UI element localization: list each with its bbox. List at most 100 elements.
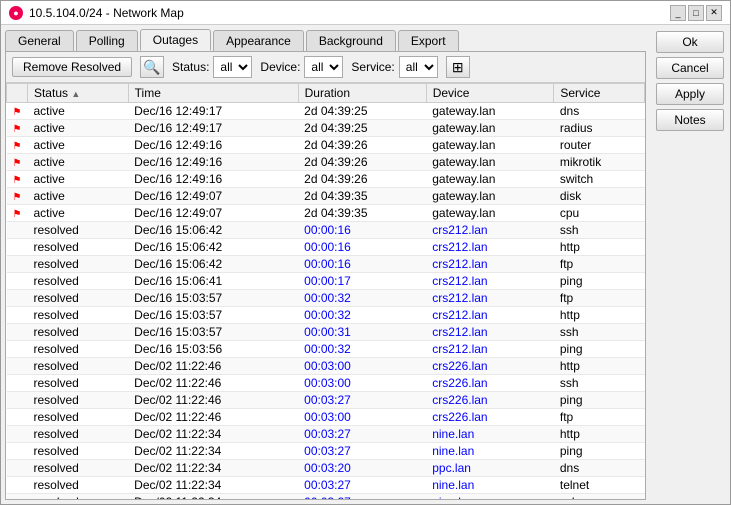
close-button[interactable]: ✕ [706, 5, 722, 21]
row-status: resolved [27, 409, 128, 426]
row-service: http [554, 426, 645, 443]
row-device: crs212.lan [426, 222, 554, 239]
row-flag [7, 460, 28, 477]
row-duration: 00:00:31 [298, 324, 426, 341]
tab-polling[interactable]: Polling [76, 30, 138, 51]
row-service: http [554, 307, 645, 324]
tab-appearance[interactable]: Appearance [213, 30, 304, 51]
tab-general[interactable]: General [5, 30, 74, 51]
minimize-button[interactable]: _ [670, 5, 686, 21]
row-duration: 2d 04:39:26 [298, 171, 426, 188]
row-service: ftp [554, 256, 645, 273]
col-time[interactable]: Time [128, 84, 298, 103]
row-duration: 00:00:16 [298, 256, 426, 273]
row-device: crs212.lan [426, 290, 554, 307]
row-time: Dec/16 12:49:17 [128, 103, 298, 120]
ok-button[interactable]: Ok [656, 31, 724, 53]
row-device: gateway.lan [426, 137, 554, 154]
row-status: resolved [27, 324, 128, 341]
search-icon-button[interactable]: 🔍 [140, 56, 164, 78]
table-row[interactable]: resolved Dec/02 11:22:46 00:03:00 crs226… [7, 409, 645, 426]
apply-button[interactable]: Apply [656, 83, 724, 105]
main-area: General Polling Outages Appearance Backg… [1, 25, 650, 504]
cancel-button[interactable]: Cancel [656, 57, 724, 79]
row-status: resolved [27, 256, 128, 273]
table-row[interactable]: ⚑ active Dec/16 12:49:17 2d 04:39:25 gat… [7, 120, 645, 137]
tab-export[interactable]: Export [398, 30, 459, 51]
device-filter: Device: all [260, 56, 343, 78]
table-row[interactable]: resolved Dec/02 11:22:46 00:03:00 crs226… [7, 358, 645, 375]
device-label: Device: [260, 60, 300, 74]
col-device[interactable]: Device [426, 84, 554, 103]
table-row[interactable]: ⚑ active Dec/16 12:49:17 2d 04:39:25 gat… [7, 103, 645, 120]
device-select[interactable]: all [304, 56, 343, 78]
outages-table-container[interactable]: Status ▲ Time Duration Device Service ⚑ … [6, 83, 645, 499]
table-row[interactable]: resolved Dec/16 15:03:57 00:00:32 crs212… [7, 307, 645, 324]
table-row[interactable]: ⚑ active Dec/16 12:49:07 2d 04:39:35 gat… [7, 188, 645, 205]
row-status: resolved [27, 239, 128, 256]
row-flag [7, 494, 28, 500]
row-service: http [554, 239, 645, 256]
table-row[interactable]: resolved Dec/02 11:22:34 00:03:27 nine.l… [7, 494, 645, 500]
row-duration: 2d 04:39:35 [298, 205, 426, 222]
row-service: ftp [554, 290, 645, 307]
table-row[interactable]: resolved Dec/16 15:06:42 00:00:16 crs212… [7, 256, 645, 273]
table-row[interactable]: resolved Dec/16 15:06:41 00:00:17 crs212… [7, 273, 645, 290]
table-row[interactable]: ⚑ active Dec/16 12:49:16 2d 04:39:26 gat… [7, 171, 645, 188]
row-device: gateway.lan [426, 154, 554, 171]
main-window: ● 10.5.104.0/24 - Network Map _ □ ✕ Gene… [0, 0, 731, 505]
service-select[interactable]: all [399, 56, 438, 78]
table-row[interactable]: ⚑ active Dec/16 12:49:16 2d 04:39:26 gat… [7, 137, 645, 154]
tab-content: Remove Resolved 🔍 Status: all Device: al… [5, 51, 646, 500]
layout-icon-button[interactable]: ⊞ [446, 56, 470, 78]
table-row[interactable]: resolved Dec/16 15:06:42 00:00:16 crs212… [7, 239, 645, 256]
row-time: Dec/16 12:49:17 [128, 120, 298, 137]
titlebar-left: ● 10.5.104.0/24 - Network Map [9, 6, 184, 20]
row-flag [7, 341, 28, 358]
row-device: crs212.lan [426, 239, 554, 256]
row-service: ssh [554, 494, 645, 500]
row-duration: 00:00:17 [298, 273, 426, 290]
table-row[interactable]: resolved Dec/16 15:03:57 00:00:32 crs212… [7, 290, 645, 307]
col-duration[interactable]: Duration [298, 84, 426, 103]
row-duration: 00:00:16 [298, 239, 426, 256]
table-row[interactable]: resolved Dec/02 11:22:34 00:03:27 nine.l… [7, 426, 645, 443]
app-icon: ● [9, 6, 23, 20]
row-flag [7, 307, 28, 324]
table-row[interactable]: ⚑ active Dec/16 12:49:16 2d 04:39:26 gat… [7, 154, 645, 171]
tab-outages[interactable]: Outages [140, 29, 211, 51]
table-row[interactable]: resolved Dec/02 11:22:46 00:03:00 crs226… [7, 375, 645, 392]
row-duration: 00:00:32 [298, 341, 426, 358]
row-status: active [27, 154, 128, 171]
notes-button[interactable]: Notes [656, 109, 724, 131]
row-status: resolved [27, 358, 128, 375]
remove-resolved-button[interactable]: Remove Resolved [12, 57, 132, 77]
table-row[interactable]: resolved Dec/02 11:22:34 00:03:20 ppc.la… [7, 460, 645, 477]
table-row[interactable]: resolved Dec/16 15:03:56 00:00:32 crs212… [7, 341, 645, 358]
flag-icon: ⚑ [13, 209, 22, 220]
status-select[interactable]: all [213, 56, 252, 78]
row-device: crs212.lan [426, 256, 554, 273]
maximize-button[interactable]: □ [688, 5, 704, 21]
row-flag [7, 443, 28, 460]
table-header-row: Status ▲ Time Duration Device Service [7, 84, 645, 103]
table-row[interactable]: resolved Dec/02 11:22:34 00:03:27 nine.l… [7, 443, 645, 460]
right-panel: Ok Cancel Apply Notes [650, 25, 730, 504]
col-service[interactable]: Service [554, 84, 645, 103]
col-status[interactable]: Status ▲ [27, 84, 128, 103]
row-time: Dec/02 11:22:34 [128, 460, 298, 477]
row-service: dns [554, 460, 645, 477]
row-status: active [27, 120, 128, 137]
row-flag: ⚑ [7, 171, 28, 188]
row-device: nine.lan [426, 426, 554, 443]
table-row[interactable]: resolved Dec/16 15:03:57 00:00:31 crs212… [7, 324, 645, 341]
row-duration: 00:03:27 [298, 494, 426, 500]
row-device: crs226.lan [426, 392, 554, 409]
row-service: ping [554, 273, 645, 290]
tab-background[interactable]: Background [306, 30, 396, 51]
row-time: Dec/02 11:22:46 [128, 358, 298, 375]
table-row[interactable]: resolved Dec/02 11:22:34 00:03:27 nine.l… [7, 477, 645, 494]
table-row[interactable]: ⚑ active Dec/16 12:49:07 2d 04:39:35 gat… [7, 205, 645, 222]
table-row[interactable]: resolved Dec/02 11:22:46 00:03:27 crs226… [7, 392, 645, 409]
table-row[interactable]: resolved Dec/16 15:06:42 00:00:16 crs212… [7, 222, 645, 239]
